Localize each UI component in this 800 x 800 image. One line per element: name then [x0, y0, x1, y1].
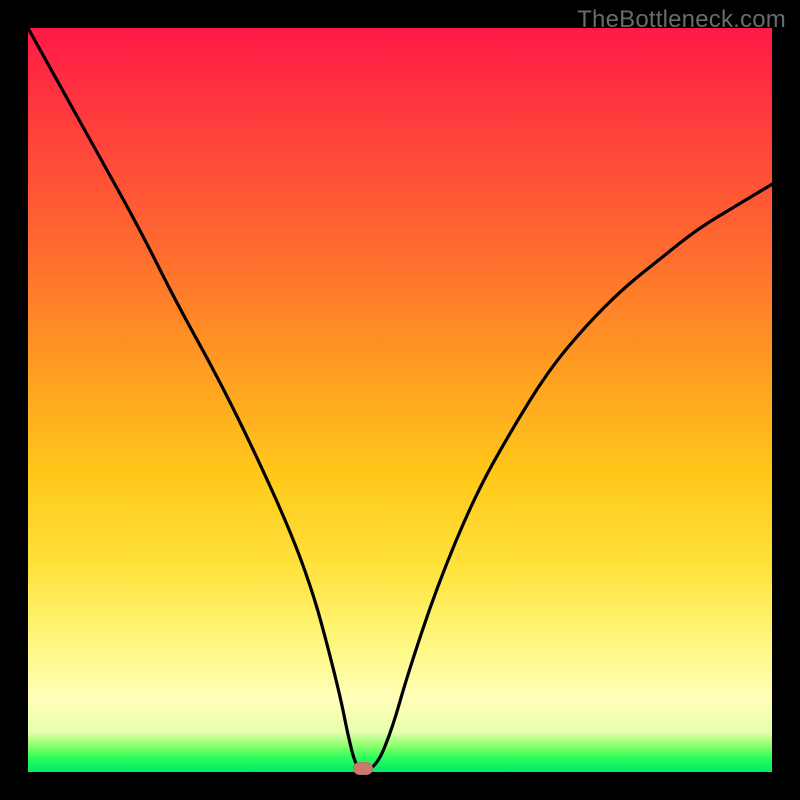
minimum-marker [353, 762, 373, 775]
curve-svg [28, 28, 772, 772]
plot-area [28, 28, 772, 772]
chart-frame: TheBottleneck.com [0, 0, 800, 800]
bottleneck-curve-path [28, 28, 772, 770]
